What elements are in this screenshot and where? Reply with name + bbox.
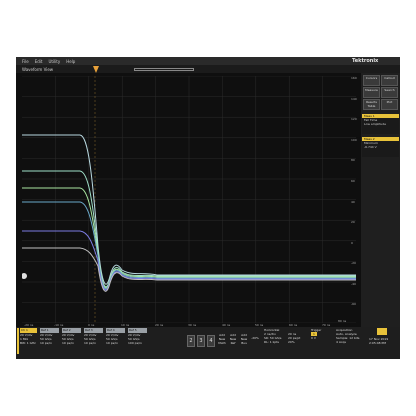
- trigger-panel[interactable]: Trigger 1 0 V: [309, 328, 333, 354]
- settings-bar: Ch 1 20 V/div 1 MΩ BW: 1 GHz Ref 1 20 V/…: [16, 327, 400, 359]
- channel-badge-ch1[interactable]: Ch 1 20 V/div 1 MΩ BW: 1 GHz: [17, 328, 37, 354]
- trigger-position-icon[interactable]: [93, 66, 99, 73]
- ref-resolution: 10 ps/in: [106, 341, 118, 345]
- y-tick-label: 140: [351, 97, 357, 101]
- y-tick-label: 0: [351, 241, 353, 245]
- horizontal-position: 20%: [288, 340, 295, 344]
- y-tick-label: 120: [351, 117, 357, 121]
- measurement-value: Low amplitude: [364, 122, 387, 126]
- menu-bar: File Edit Utility Help Tektronix: [16, 57, 400, 65]
- brand-logo: Tektronix: [352, 58, 379, 64]
- y-tick-label: 80: [351, 158, 355, 162]
- measurement-badge-2[interactable]: Meas 2 Minimum -6.744 V: [362, 137, 399, 157]
- measurement-body: Fall Time Low amplitude: [362, 118, 399, 134]
- menu-edit[interactable]: Edit: [35, 59, 43, 64]
- channel-2-button[interactable]: 2: [187, 335, 195, 347]
- ref-resolution: 10 ps/in: [40, 341, 52, 345]
- search-button[interactable]: Search: [381, 87, 398, 98]
- clock-time: 2:05:48 PM: [369, 341, 386, 345]
- horizontal-extra: 20 ns 20 ps/pt 20%: [286, 332, 306, 358]
- y-tick-label: -20: [351, 261, 356, 265]
- ref-resolution: 10 ps/in: [84, 341, 96, 345]
- y-tick-label: 40: [351, 200, 355, 204]
- measure-button[interactable]: Measure: [363, 87, 380, 98]
- y-tick-label: 20: [351, 220, 355, 224]
- ground-marker-icon[interactable]: [22, 273, 27, 279]
- acquisition-count: 4 Acqs: [336, 340, 346, 344]
- ref-resolution: 10 ps/in: [62, 341, 74, 345]
- waveform-view-title: Waveform View: [22, 67, 54, 72]
- add-new-ref-button[interactable]: Add New Ref: [228, 333, 238, 347]
- ref-badge-4[interactable]: Ref 4 20 V/div 50 GS/s 10 ps/in: [105, 328, 125, 354]
- add-new-bus-button[interactable]: Add New Bus: [239, 333, 249, 347]
- measurement-value: -6.744 V: [364, 145, 377, 149]
- y-tick-label: 160: [351, 76, 357, 80]
- measurement-body: Minimum -6.744 V: [362, 141, 399, 157]
- x-tick-label: 80 ns: [338, 319, 347, 323]
- plot-button[interactable]: Plot: [381, 99, 398, 110]
- channel-3-button[interactable]: 3: [197, 335, 205, 347]
- record-view-bar[interactable]: [134, 68, 194, 71]
- trigger-level: 0 V: [311, 336, 316, 340]
- status-indicator: [377, 328, 387, 335]
- menu-help[interactable]: Help: [66, 59, 75, 64]
- y-tick-label: -40: [351, 282, 356, 286]
- waveform-toolbar: [16, 65, 400, 73]
- channel-4-button[interactable]: 4: [207, 335, 215, 347]
- results-table-button[interactable]: Results Table: [363, 99, 380, 110]
- ref-resolution: 100 ps/in: [128, 341, 142, 345]
- menu-file[interactable]: File: [22, 59, 29, 64]
- channel-bandwidth: BW: 1 GHz: [20, 341, 36, 345]
- zoom-level: -20%: [251, 336, 259, 340]
- ref-badge-1[interactable]: Ref 1 20 V/div 50 GS/s 10 ps/in: [39, 328, 59, 354]
- ref-badge-2[interactable]: Ref 2 20 V/div 50 GS/s 10 ps/in: [61, 328, 81, 354]
- y-tick-label: 100: [351, 138, 357, 142]
- y-tick-label: 60: [351, 179, 355, 183]
- clock-panel: 17 Nov 2019 2:05:48 PM: [367, 328, 400, 354]
- add-new-math-button[interactable]: Add New Math: [217, 333, 227, 347]
- callout-button[interactable]: Callout: [381, 75, 398, 86]
- menu-utility[interactable]: Utility: [48, 59, 60, 64]
- graticule: [22, 76, 356, 323]
- right-side-panel: [361, 73, 400, 327]
- y-tick-label: -60: [351, 302, 356, 306]
- ref-badge-3[interactable]: Ref 3 20 V/div 50 GS/s 10 ps/in: [83, 328, 103, 354]
- oscilloscope-screen: File Edit Utility Help Tektronix Acquire…: [16, 57, 400, 359]
- ref-badge-5[interactable]: Ref 5 20 V/div 50 GS/s 100 ps/in: [127, 328, 147, 354]
- measurement-badge-1[interactable]: Meas 1 Fall Time Low amplitude: [362, 114, 399, 134]
- cursors-button[interactable]: Cursors: [363, 75, 380, 86]
- acquisition-panel[interactable]: Acquisition Auto, Analyze Sample: 12 bit…: [334, 328, 364, 354]
- waveform-plot[interactable]: [22, 76, 356, 323]
